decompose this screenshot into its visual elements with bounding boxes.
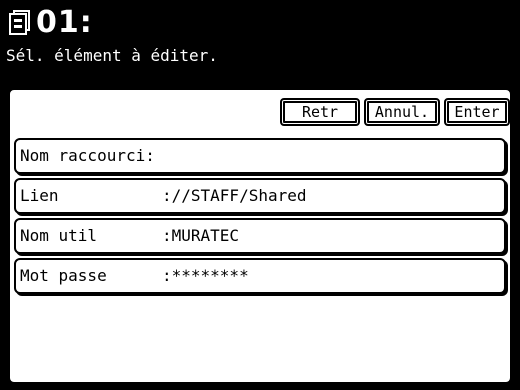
field-shortcut-name[interactable]: Nom raccourci: <box>14 138 506 174</box>
page-title: 01: <box>36 5 93 40</box>
document-icon <box>9 10 30 35</box>
back-button-label: Retr <box>301 103 339 121</box>
enter-button-label: Enter <box>454 103 500 121</box>
enter-button[interactable]: Enter <box>444 98 510 126</box>
title-row: 01: <box>8 6 93 40</box>
field-label: Lien <box>20 186 59 205</box>
edit-panel: Retr Annul. Enter Nom raccourci: Lien :/… <box>8 88 512 384</box>
back-button[interactable]: Retr <box>280 98 360 126</box>
instruction-text: Sél. élément à éditer. <box>6 46 218 65</box>
header-bar: 01: Sél. élément à éditer. <box>0 0 520 84</box>
cancel-button[interactable]: Annul. <box>364 98 440 126</box>
cancel-button-label: Annul. <box>374 103 430 121</box>
field-value: :MURATEC <box>162 226 240 245</box>
field-password[interactable]: Mot passe :******** <box>14 258 506 294</box>
field-value: ://STAFF/Shared <box>162 186 307 205</box>
field-label: Mot passe <box>20 266 107 285</box>
field-value: :******** <box>162 266 249 285</box>
field-username[interactable]: Nom util :MURATEC <box>14 218 506 254</box>
field-label: Nom raccourci: <box>20 146 155 165</box>
field-label: Nom util <box>20 226 98 245</box>
field-link[interactable]: Lien ://STAFF/Shared <box>14 178 506 214</box>
